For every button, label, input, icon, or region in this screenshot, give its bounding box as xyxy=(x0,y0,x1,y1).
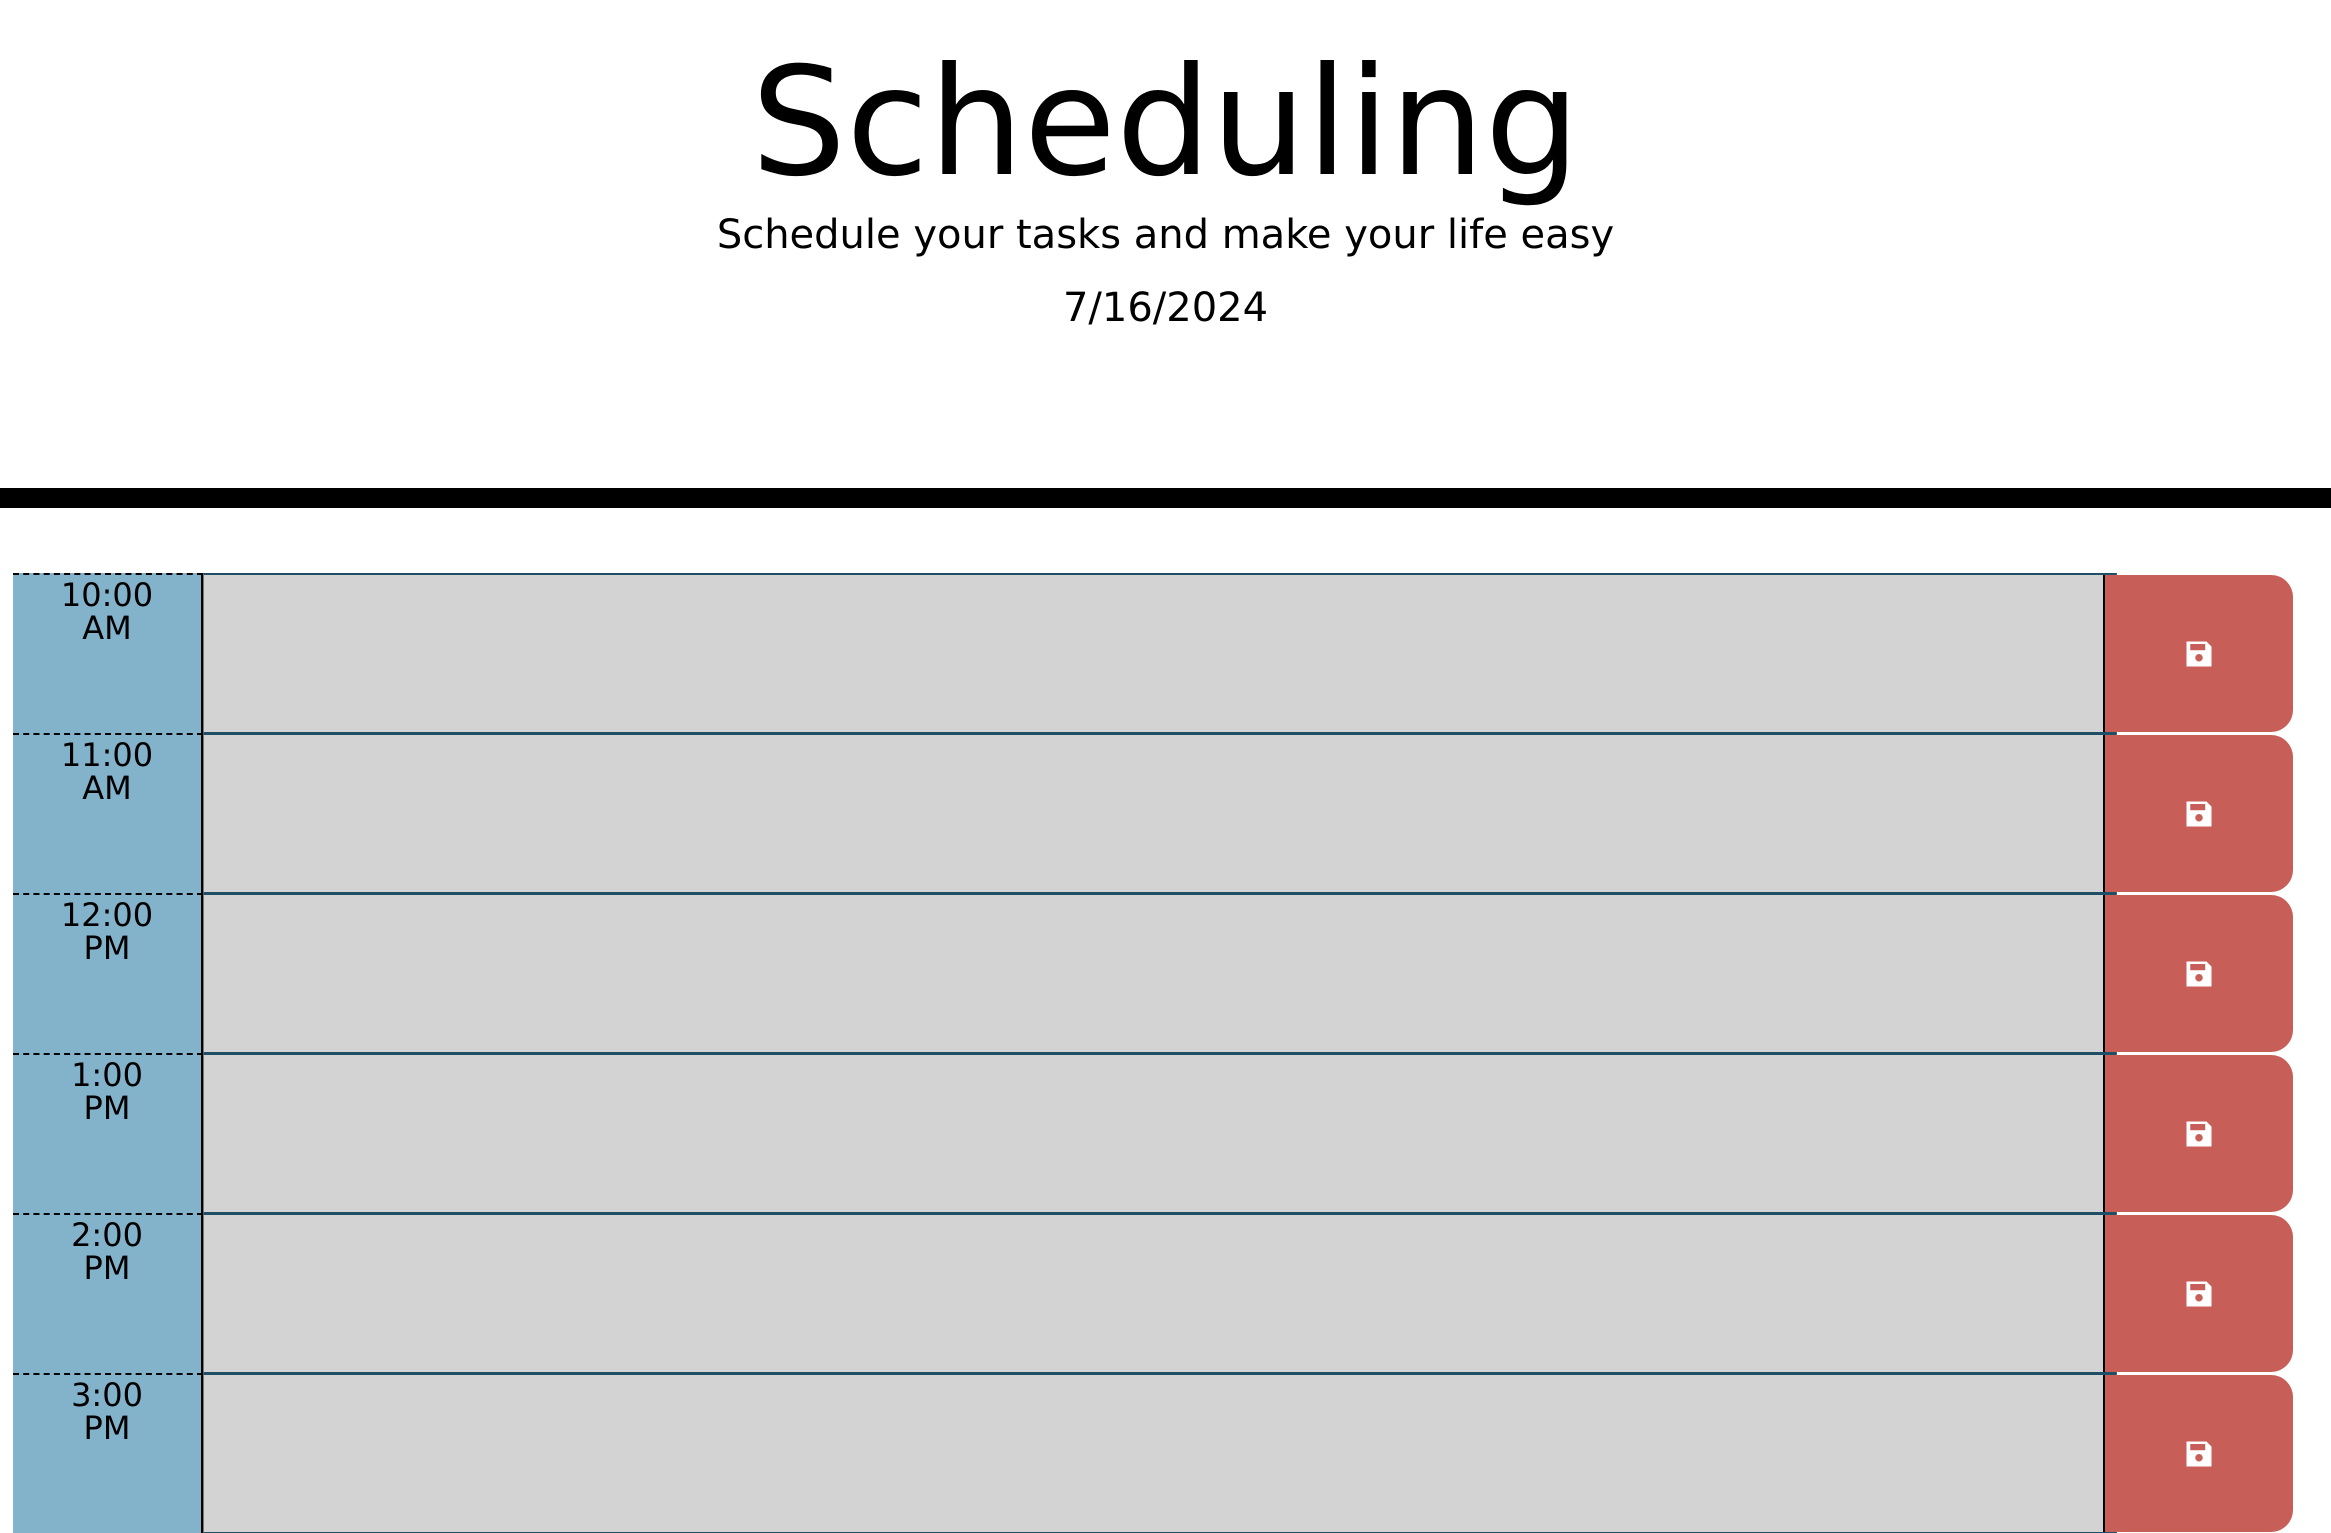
time-block-row: 11:00 AM xyxy=(13,733,2293,893)
hour-label: 11:00 AM xyxy=(13,733,203,893)
page-header: Scheduling Schedule your tasks and make … xyxy=(0,0,2331,488)
time-block-row: 2:00 PM xyxy=(13,1213,2293,1373)
schedule-planner: 10:00 AM 11:00 AM 12:00 PM 1:00 PM 2:00 … xyxy=(13,573,2293,1533)
task-input[interactable] xyxy=(203,573,2117,733)
time-block-row: 3:00 PM xyxy=(13,1373,2293,1533)
save-button[interactable] xyxy=(2103,1215,2293,1372)
hour-label: 3:00 PM xyxy=(13,1373,203,1533)
hour-label: 10:00 AM xyxy=(13,573,203,733)
floppy-disk-icon xyxy=(2186,961,2212,986)
header-divider xyxy=(0,488,2331,508)
hour-text: 12:00 PM xyxy=(60,896,154,967)
page-subtitle: Schedule your tasks and make your life e… xyxy=(716,212,1615,258)
task-input[interactable] xyxy=(203,1053,2117,1213)
floppy-disk-icon xyxy=(2186,801,2212,826)
time-block-row: 10:00 AM xyxy=(13,573,2293,733)
hour-label: 1:00 PM xyxy=(13,1053,203,1213)
hour-text: 1:00 PM xyxy=(71,1056,143,1127)
floppy-disk-icon xyxy=(2186,1121,2212,1146)
hour-label: 12:00 PM xyxy=(13,893,203,1053)
page-title: Scheduling xyxy=(751,36,1580,210)
task-input[interactable] xyxy=(203,893,2117,1053)
task-input[interactable] xyxy=(203,1373,2117,1533)
save-button[interactable] xyxy=(2103,575,2293,732)
floppy-disk-icon xyxy=(2186,1281,2212,1306)
task-input[interactable] xyxy=(203,733,2117,893)
task-input[interactable] xyxy=(203,1213,2117,1373)
save-button[interactable] xyxy=(2103,895,2293,1052)
hour-text: 2:00 PM xyxy=(71,1216,143,1287)
time-block-row: 12:00 PM xyxy=(13,893,2293,1053)
hour-text: 11:00 AM xyxy=(60,736,154,807)
save-button[interactable] xyxy=(2103,1055,2293,1212)
hour-text: 3:00 PM xyxy=(71,1376,143,1447)
current-date: 7/16/2024 xyxy=(1062,285,1269,331)
floppy-disk-icon xyxy=(2186,1441,2212,1466)
hour-label: 2:00 PM xyxy=(13,1213,203,1373)
hour-text: 10:00 AM xyxy=(60,576,154,647)
save-button[interactable] xyxy=(2103,1375,2293,1532)
floppy-disk-icon xyxy=(2186,641,2212,666)
save-button[interactable] xyxy=(2103,735,2293,892)
time-block-row: 1:00 PM xyxy=(13,1053,2293,1213)
